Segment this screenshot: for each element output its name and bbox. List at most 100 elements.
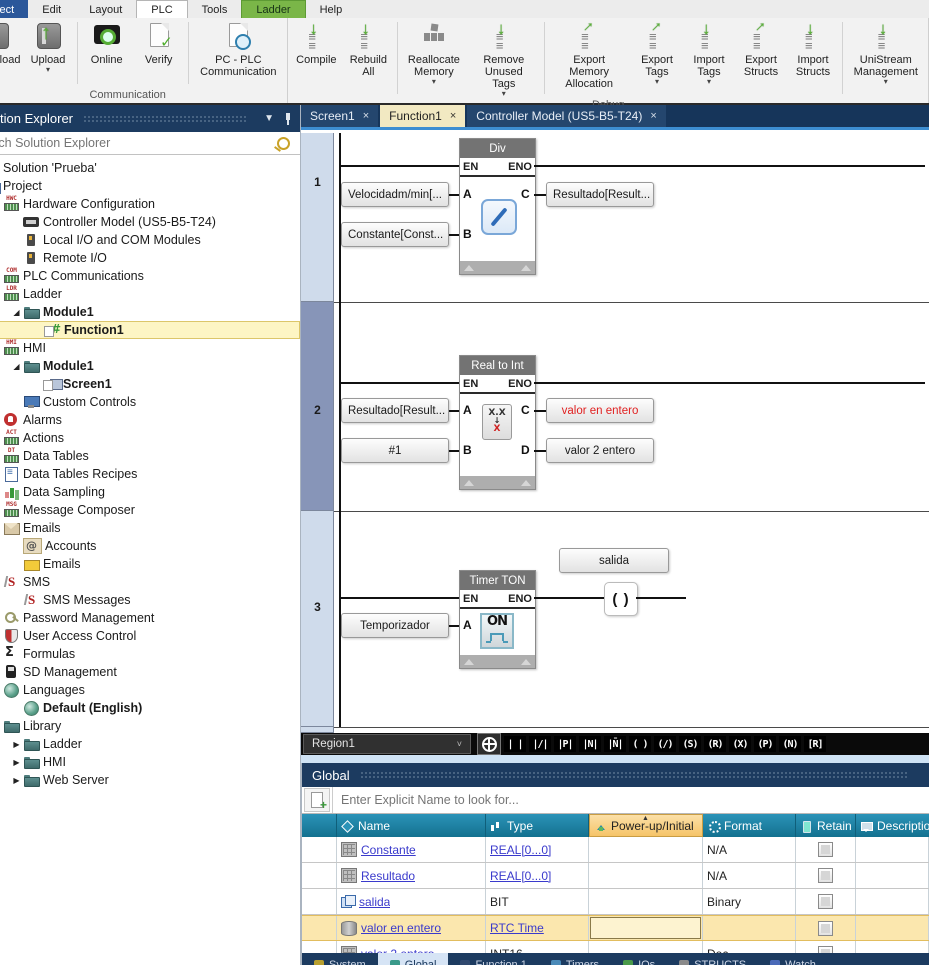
ladder-tool-coil-toggle[interactable]: (X): [729, 736, 751, 752]
tree-item-user-access-control[interactable]: User Access Control: [0, 627, 300, 645]
ladder-tool-contact-positive[interactable]: |P|: [554, 736, 576, 752]
tag-description-cell[interactable]: [856, 863, 929, 888]
ribbon-tab-edit[interactable]: Edit: [28, 0, 75, 18]
tree-item-message-composer[interactable]: ▶Message Composer: [0, 501, 300, 519]
tree-item-solution-prueba-[interactable]: Solution 'Prueba': [0, 159, 300, 177]
tree-item-module1[interactable]: ◢Module1: [0, 357, 300, 375]
tag-group-tab-system[interactable]: System: [302, 953, 378, 965]
ladder-navigate-button[interactable]: [477, 733, 501, 755]
tree-item-formulas[interactable]: Formulas: [0, 645, 300, 663]
tree-item-default-english-[interactable]: Default (English): [0, 699, 300, 717]
tree-item-library[interactable]: ◢Library: [0, 717, 300, 735]
ribbon-button-verify[interactable]: ✓Verify: [133, 18, 185, 88]
tag-type-value[interactable]: RTC Time: [490, 921, 544, 935]
tree-item-data-tables[interactable]: Data Tables: [0, 447, 300, 465]
tag-name-link[interactable]: Constante: [361, 843, 416, 857]
ladder-tag--1[interactable]: #1: [341, 438, 449, 463]
tag-format-cell[interactable]: N/A: [703, 863, 796, 888]
tag-name-cell[interactable]: Constante: [337, 837, 486, 862]
pin-icon[interactable]: [284, 113, 292, 125]
region-select[interactable]: Region1 ˅: [303, 734, 471, 754]
ribbon-tab-plc[interactable]: PLC: [136, 0, 187, 18]
tag-group-tab-function-1[interactable]: Function 1: [448, 953, 538, 965]
tag-retain-cell[interactable]: [796, 889, 856, 914]
tag-format-cell[interactable]: N/A: [703, 837, 796, 862]
tree-item-remote-i-o[interactable]: Remote I/O: [0, 249, 300, 267]
tag-type-value[interactable]: REAL[0...0]: [490, 843, 551, 857]
tree-item-local-i-o-and-com-modules[interactable]: Local I/O and COM Modules: [0, 231, 300, 249]
tag-retain-cell[interactable]: [796, 916, 856, 940]
ladder-tag-constante-const-[interactable]: Constante[Const...: [341, 222, 449, 247]
tag-type-cell[interactable]: BIT: [486, 889, 589, 914]
tag-name-cell[interactable]: salida: [337, 889, 486, 914]
ribbon-button-export-memory-allocation[interactable]: ≡≡↑Export Memory Allocation: [547, 18, 631, 98]
tree-item-password-management[interactable]: Password Management: [0, 609, 300, 627]
retain-checkbox[interactable]: [818, 921, 833, 936]
tree-item-plc-communications[interactable]: ▶PLC Communications: [0, 267, 300, 285]
ladder-tool-contact-no[interactable]: | |: [504, 736, 526, 752]
ladder-tool-coil-negated[interactable]: (/): [654, 736, 676, 752]
tree-item-data-tables-recipes[interactable]: Data Tables Recipes: [0, 465, 300, 483]
tree-expander-icon[interactable]: ◢: [10, 362, 23, 371]
tag-group-tab-structs[interactable]: STRUCTS: [667, 953, 758, 965]
ribbon-button-export-tags[interactable]: ≡≡↑Export Tags▾: [631, 18, 683, 98]
document-tab-screen1[interactable]: Screen1×: [301, 105, 378, 127]
tag-powerup-cell[interactable]: [589, 889, 703, 914]
close-icon[interactable]: ×: [363, 110, 369, 122]
row-selector-cell[interactable]: [302, 863, 337, 888]
column-header-name[interactable]: Name: [337, 814, 486, 837]
ribbon-tab-ladder[interactable]: Ladder: [241, 0, 305, 18]
tree-item-ladder[interactable]: ▶Ladder: [0, 735, 300, 753]
rung-margin-1[interactable]: [301, 133, 334, 302]
fb-block-real-to-int[interactable]: Real to IntENENOX.X↓X: [459, 355, 536, 490]
tag-format-cell[interactable]: [703, 916, 796, 940]
ribbon-tab-project[interactable]: Project: [0, 0, 28, 18]
panel-menu-chevron-icon[interactable]: ▼: [264, 113, 274, 124]
tag-description-cell[interactable]: [856, 837, 929, 862]
tree-item-hardware-configuration[interactable]: ◢Hardware Configuration: [0, 195, 300, 213]
tag-powerup-cell[interactable]: [589, 863, 703, 888]
document-tab-function1[interactable]: Function1×: [380, 105, 465, 127]
ladder-tool-contact-nc[interactable]: |/|: [529, 736, 551, 752]
ladder-tag-resultado-result-[interactable]: Resultado[Result...: [546, 182, 654, 207]
tag-group-tab-global[interactable]: Global: [378, 953, 449, 965]
tree-expander-icon[interactable]: ▶: [10, 758, 23, 767]
ladder-tool-contact-negative[interactable]: |N|: [579, 736, 601, 752]
column-header-retain[interactable]: Retain: [796, 814, 856, 837]
tree-expander-icon[interactable]: ▶: [10, 776, 23, 785]
retain-checkbox[interactable]: [818, 894, 833, 909]
tree-item-hmi[interactable]: ▶HMI: [0, 753, 300, 771]
ladder-tag-resultado-result-[interactable]: Resultado[Result...: [341, 398, 449, 423]
tag-retain-cell[interactable]: [796, 837, 856, 862]
retain-checkbox[interactable]: [818, 868, 833, 883]
tree-expander-icon[interactable]: ◢: [10, 308, 23, 317]
tag-type-cell[interactable]: REAL[0...0]: [486, 863, 589, 888]
row-selector-cell[interactable]: [302, 889, 337, 914]
ribbon-button-import-tags[interactable]: ≡≡↓Import Tags▾: [683, 18, 735, 98]
ribbon-button-export-structs[interactable]: ≡≡↑Export Structs: [735, 18, 787, 98]
column-header-description[interactable]: Description: [856, 814, 929, 837]
column-header-power-up-initial[interactable]: ▲Power-up/Initial: [589, 814, 703, 837]
tag-row-salida[interactable]: salidaBITBinary: [302, 889, 929, 915]
tag-group-tab-ios[interactable]: IOs: [611, 953, 667, 965]
column-header-type[interactable]: Type: [486, 814, 589, 837]
fb-block-div[interactable]: DivENENO: [459, 138, 536, 275]
tree-item-project[interactable]: ◢Project: [0, 177, 300, 195]
ladder-tag-velocidadm-min-[interactable]: Velocidadm/min[...: [341, 182, 449, 207]
row-selector-cell[interactable]: [302, 837, 337, 862]
tree-item-alarms[interactable]: Alarms: [0, 411, 300, 429]
ladder-tool-contact-transition[interactable]: |N̄|: [604, 736, 626, 752]
ladder-tool-coil[interactable]: ( ): [629, 736, 651, 752]
ribbon-button-rebuild-all[interactable]: ≡≡↓Rebuild All: [342, 18, 394, 98]
tag-name-link[interactable]: Resultado: [361, 869, 415, 883]
ribbon-button-download[interactable]: ↓Download▾: [0, 18, 22, 88]
ladder-tool-coil-negative[interactable]: (N): [779, 736, 801, 752]
tree-item-module1[interactable]: ◢Module1: [0, 303, 300, 321]
ladder-tool-coil-reset-alt[interactable]: [R]: [804, 736, 826, 752]
tag-type-cell[interactable]: RTC Time: [486, 916, 589, 940]
ribbon-button-upload[interactable]: ↑Upload▾: [22, 18, 74, 88]
ladder-tag-salida[interactable]: salida: [559, 548, 669, 573]
tree-item-accounts[interactable]: Accounts: [0, 537, 300, 555]
ribbon-tab-tools[interactable]: Tools: [188, 0, 242, 18]
tree-item-web-server[interactable]: ▶Web Server: [0, 771, 300, 789]
